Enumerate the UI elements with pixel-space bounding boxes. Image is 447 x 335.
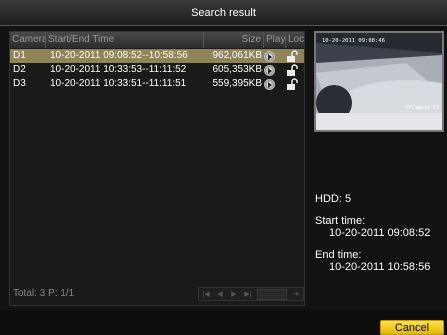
table-header: Camera Start/End Time Size Play Lock bbox=[10, 32, 304, 48]
time-cell: 10-20-2011 10:33:53--11:11:52 bbox=[50, 64, 187, 75]
time-cell: 10-20-2011 09:08:52--10:58:56 bbox=[50, 50, 188, 61]
video-preview: 10-20-2011 09:08:46 IPCamera 03 bbox=[314, 31, 444, 132]
header-start-end-time[interactable]: Start/End Time bbox=[46, 32, 204, 48]
header-lock[interactable]: Lock bbox=[286, 32, 304, 48]
table-row[interactable]: D1 10-20-2011 09:08:52--10:58:56 962,061… bbox=[10, 49, 304, 63]
pagination: |◀ ◀ ▶ ▶| ➜ bbox=[198, 287, 304, 301]
first-page-icon[interactable]: |◀ bbox=[201, 289, 211, 300]
camera-cell: D1 bbox=[13, 50, 26, 61]
last-page-icon[interactable]: ▶| bbox=[243, 289, 253, 300]
table-footer: Total: 3 P: 1/1 |◀ ◀ ▶ ▶| ➜ bbox=[10, 283, 304, 305]
preview-timestamp: 10-20-2011 09:08:46 bbox=[322, 38, 385, 44]
window-title: Search result bbox=[0, 0, 447, 26]
cancel-button[interactable]: Cancel bbox=[380, 320, 444, 335]
preview-camera-label: IPCamera 03 bbox=[406, 105, 439, 111]
table-row[interactable]: D2 10-20-2011 10:33:53--11:11:52 605,353… bbox=[10, 63, 304, 77]
prev-page-icon[interactable]: ◀ bbox=[215, 289, 225, 300]
table-row[interactable]: D3 10-20-2011 10:33:51--11:11:51 559,395… bbox=[10, 77, 304, 91]
lock-open-icon[interactable] bbox=[286, 64, 298, 76]
camera-cell: D3 bbox=[13, 78, 26, 89]
header-camera[interactable]: Camera bbox=[10, 32, 46, 48]
size-cell: 962,061KB bbox=[212, 50, 263, 61]
time-cell: 10-20-2011 10:33:51--11:11:51 bbox=[50, 78, 187, 89]
go-icon[interactable]: ➜ bbox=[291, 289, 301, 300]
results-table: Camera Start/End Time Size Play Lock D1 … bbox=[9, 31, 305, 306]
size-cell: 605,353KB bbox=[212, 64, 263, 75]
total-page-label: Total: 3 P: 1/1 bbox=[13, 288, 75, 299]
hdd-label: HDD: 5 bbox=[315, 193, 352, 205]
lock-open-icon[interactable] bbox=[286, 50, 298, 62]
play-icon[interactable] bbox=[264, 79, 275, 90]
header-play[interactable]: Play bbox=[264, 32, 286, 48]
size-cell: 559,395KB bbox=[212, 78, 263, 89]
play-icon[interactable] bbox=[264, 51, 275, 62]
camera-cell: D2 bbox=[13, 64, 26, 75]
page-number-input[interactable] bbox=[257, 289, 287, 300]
preview-image: 10-20-2011 09:08:46 IPCamera 03 bbox=[316, 33, 442, 130]
start-time-value: 10-20-2011 09:08:52 bbox=[329, 227, 431, 239]
end-time-value: 10-20-2011 10:58:56 bbox=[329, 261, 431, 273]
lock-open-icon[interactable] bbox=[286, 78, 298, 90]
next-page-icon[interactable]: ▶ bbox=[229, 289, 239, 300]
play-icon[interactable] bbox=[264, 65, 275, 76]
header-size[interactable]: Size bbox=[204, 32, 264, 48]
